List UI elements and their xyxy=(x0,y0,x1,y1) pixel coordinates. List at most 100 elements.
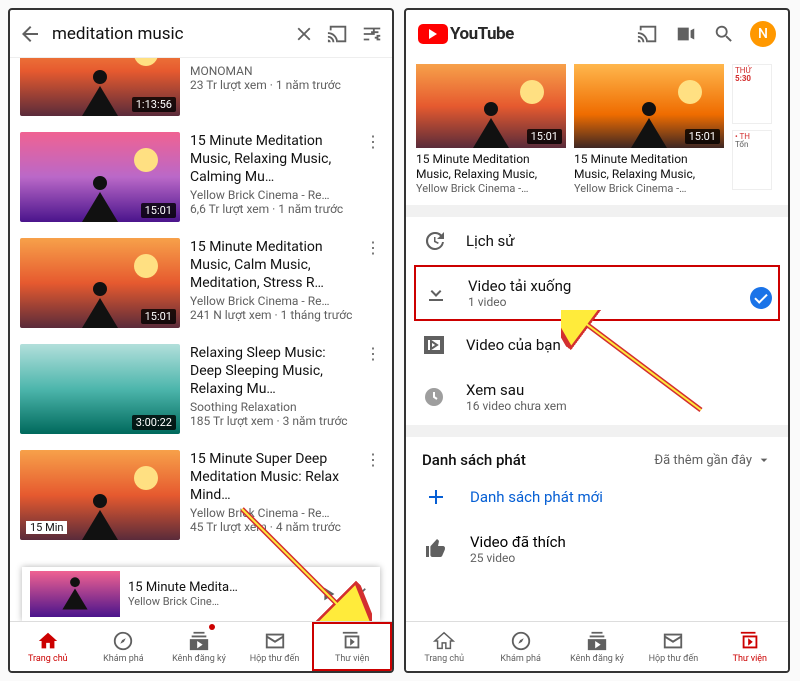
more-icon[interactable]: ⋮ xyxy=(364,132,382,222)
nav-explore[interactable]: Khám phá xyxy=(482,622,558,671)
play-icon[interactable] xyxy=(316,582,340,606)
video-item[interactable]: 15:01 15 Minute Meditation Music, Relaxi… xyxy=(10,124,392,230)
video-meta: 185 Tr lượt xem · 3 năm trước xyxy=(190,414,354,428)
library-item-title: Video của bạn xyxy=(466,336,772,354)
video-title: 15 Minute Super Deep Meditation Music: R… xyxy=(190,450,354,504)
video-title: Relaxing Sleep Music: Deep Sleeping Musi… xyxy=(190,344,354,398)
nav-label: Khám phá xyxy=(103,654,144,664)
playlist-title: Video đã thích xyxy=(470,533,566,551)
search-input[interactable]: meditation music xyxy=(52,24,282,44)
nav-subscriptions[interactable]: Kênh đăng ký xyxy=(559,622,635,671)
avatar[interactable]: N xyxy=(750,21,776,47)
nav-library[interactable]: Thư viện xyxy=(312,622,392,671)
phone-right: YouTube N 15:01 15 Minute Meditation Mus… xyxy=(404,8,790,673)
library-watch-later[interactable]: Xem sau 16 video chưa xem xyxy=(406,369,788,425)
divider xyxy=(406,425,788,437)
nav-label: Trang chủ xyxy=(28,654,68,664)
video-meta: 6,6 Tr lượt xem · 1 năm trước xyxy=(190,202,354,216)
more-icon[interactable]: ⋮ xyxy=(364,344,382,434)
more-icon[interactable]: ⋮ xyxy=(364,238,382,328)
download-icon xyxy=(424,281,448,305)
playlist-new-label: Danh sách phát mới xyxy=(470,488,603,506)
youtube-logo[interactable]: YouTube xyxy=(418,24,514,44)
video-thumbnail[interactable]: 15:01 xyxy=(20,238,180,328)
search-icon[interactable] xyxy=(712,22,736,46)
video-item[interactable]: 3:00:22 Relaxing Sleep Music: Deep Sleep… xyxy=(10,336,392,442)
video-channel: Yellow Brick Cinema - Re… xyxy=(190,188,354,202)
your-videos-icon xyxy=(422,333,446,357)
video-thumbnail[interactable]: 1:13:56 xyxy=(20,58,180,116)
recent-thumbnail[interactable]: 15:01 xyxy=(416,64,566,148)
side-strip: THỨ5:30 • THTổn xyxy=(732,64,772,195)
video-thumbnail[interactable]: 15 Min xyxy=(20,450,180,540)
nav-inbox[interactable]: Hộp thư đến xyxy=(237,622,313,671)
nav-label: Trang chủ xyxy=(424,654,464,664)
chevron-down-icon xyxy=(756,452,772,468)
duration-badge: 3:00:22 xyxy=(132,415,176,430)
library-downloads[interactable]: Video tải xuống 1 video xyxy=(414,265,780,321)
library-item-sub: 16 video chưa xem xyxy=(466,399,772,413)
miniplayer[interactable]: 15 Minute Medita… Yellow Brick Cine… xyxy=(22,567,380,621)
video-meta: 23 Tr lượt xem · 1 năm trước xyxy=(190,78,354,92)
history-icon xyxy=(422,229,446,253)
video-item[interactable]: 1:13:56 Soothing | Meditation - MONOMAN … xyxy=(10,58,392,124)
back-icon[interactable] xyxy=(18,22,42,46)
playlist-new[interactable]: Danh sách phát mới xyxy=(406,473,788,521)
cast-icon[interactable] xyxy=(326,22,350,46)
recent-row: 15:01 15 Minute Meditation Music, Relaxi… xyxy=(406,58,788,205)
side-card[interactable]: • THTổn xyxy=(732,130,772,190)
side-card[interactable]: THỨ5:30 xyxy=(732,64,772,124)
video-title: 15 Minute Meditation Music, Calm Music, … xyxy=(190,238,354,292)
video-meta: 45 Tr lượt xem · 4 năm trước xyxy=(190,520,354,534)
video-item[interactable]: 15:01 15 Minute Meditation Music, Calm M… xyxy=(10,230,392,336)
nav-library[interactable]: Thư viện xyxy=(712,622,788,671)
library-item-title: Xem sau xyxy=(466,381,772,399)
more-icon[interactable]: ⋮ xyxy=(364,450,382,540)
video-title: Soothing | Meditation - MONOMAN xyxy=(190,58,354,62)
thumbs-up-icon xyxy=(424,537,448,561)
recent-card[interactable]: 15:01 15 Minute Meditation Music, Relaxi… xyxy=(416,64,566,195)
duration-badge: 15:01 xyxy=(527,129,562,144)
video-channel: MONOMAN xyxy=(190,64,354,78)
nav-explore[interactable]: Khám phá xyxy=(86,622,162,671)
tune-icon[interactable] xyxy=(360,22,384,46)
library-your-videos[interactable]: Video của bạn xyxy=(406,321,788,369)
more-icon[interactable]: ⋮ xyxy=(364,58,382,116)
miniplayer-thumb[interactable] xyxy=(30,571,120,617)
library-item-title: Video tải xuống xyxy=(468,277,690,295)
nav-label: Hộp thư đến xyxy=(250,654,300,664)
clear-icon[interactable] xyxy=(292,22,316,46)
camera-icon[interactable] xyxy=(674,22,698,46)
video-thumbnail[interactable]: 3:00:22 xyxy=(20,344,180,434)
playlist-sort[interactable]: Đã thêm gần đây xyxy=(654,452,772,468)
youtube-header: YouTube N xyxy=(406,10,788,58)
nav-label: Thư viện xyxy=(733,654,767,664)
nav-label: Hộp thư đến xyxy=(649,654,699,664)
video-channel: Soothing Relaxation xyxy=(190,400,354,414)
video-thumbnail[interactable]: 15:01 xyxy=(20,132,180,222)
video-meta: 241 N lượt xem · 1 tháng trước xyxy=(190,308,354,322)
library-history[interactable]: Lịch sử xyxy=(406,217,788,265)
nav-subscriptions[interactable]: Kênh đăng ký xyxy=(161,622,237,671)
duration-badge: 15:01 xyxy=(141,203,176,218)
recent-thumbnail[interactable]: 15:01 xyxy=(574,64,724,148)
nav-label: Thư viện xyxy=(335,654,369,664)
bottom-nav: Trang chủ Khám phá Kênh đăng ký Hộp thư … xyxy=(406,621,788,671)
video-channel: Yellow Brick Cinema - Re… xyxy=(190,506,354,520)
nav-home[interactable]: Trang chủ xyxy=(406,622,482,671)
duration-badge: 1:13:56 xyxy=(132,97,176,112)
nav-label: Kênh đăng ký xyxy=(172,654,226,664)
library-item-title: Lịch sử xyxy=(466,232,772,250)
cast-icon[interactable] xyxy=(636,22,660,46)
playlist-liked[interactable]: Video đã thích 25 video xyxy=(406,521,788,577)
video-title: 15 Minute Meditation Music, Relaxing Mus… xyxy=(190,132,354,186)
close-icon[interactable] xyxy=(348,582,372,606)
video-item[interactable]: 15 Min 15 Minute Super Deep Meditation M… xyxy=(10,442,392,548)
recent-card[interactable]: 15:01 15 Minute Meditation Music, Relaxi… xyxy=(574,64,724,195)
duration-badge: 15:01 xyxy=(685,129,720,144)
nav-home[interactable]: Trang chủ xyxy=(10,622,86,671)
recent-title: 15 Minute Meditation Music, Relaxing Mus… xyxy=(574,152,724,182)
nav-label: Khám phá xyxy=(500,654,541,664)
nav-inbox[interactable]: Hộp thư đến xyxy=(635,622,711,671)
nav-label: Kênh đăng ký xyxy=(570,654,624,664)
